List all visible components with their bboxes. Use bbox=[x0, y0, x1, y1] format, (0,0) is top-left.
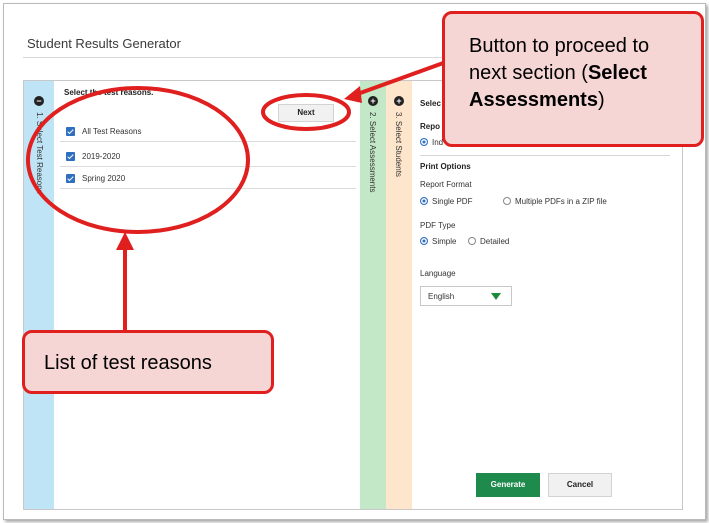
callout-bold-text: Assessments bbox=[469, 89, 598, 111]
arrowhead-icon bbox=[344, 86, 362, 103]
callout-bold-text: Select bbox=[587, 62, 647, 84]
callout-text: ) bbox=[597, 89, 605, 111]
callout-line: next section (Select bbox=[469, 62, 647, 85]
callout-line: Assessments) bbox=[469, 89, 605, 112]
callout-test-reasons: List of test reasons bbox=[22, 330, 274, 394]
arrow-to-next bbox=[351, 60, 447, 98]
callout-line: List of test reasons bbox=[44, 352, 212, 374]
arrowhead-icon bbox=[116, 232, 134, 250]
callout-next-button: Button to proceed to next section (Selec… bbox=[442, 11, 704, 147]
highlight-ellipse-list bbox=[26, 86, 250, 234]
highlight-ellipse-next bbox=[261, 93, 351, 131]
callout-text: next section ( bbox=[469, 62, 588, 84]
callout-line: Button to proceed to bbox=[469, 35, 650, 57]
